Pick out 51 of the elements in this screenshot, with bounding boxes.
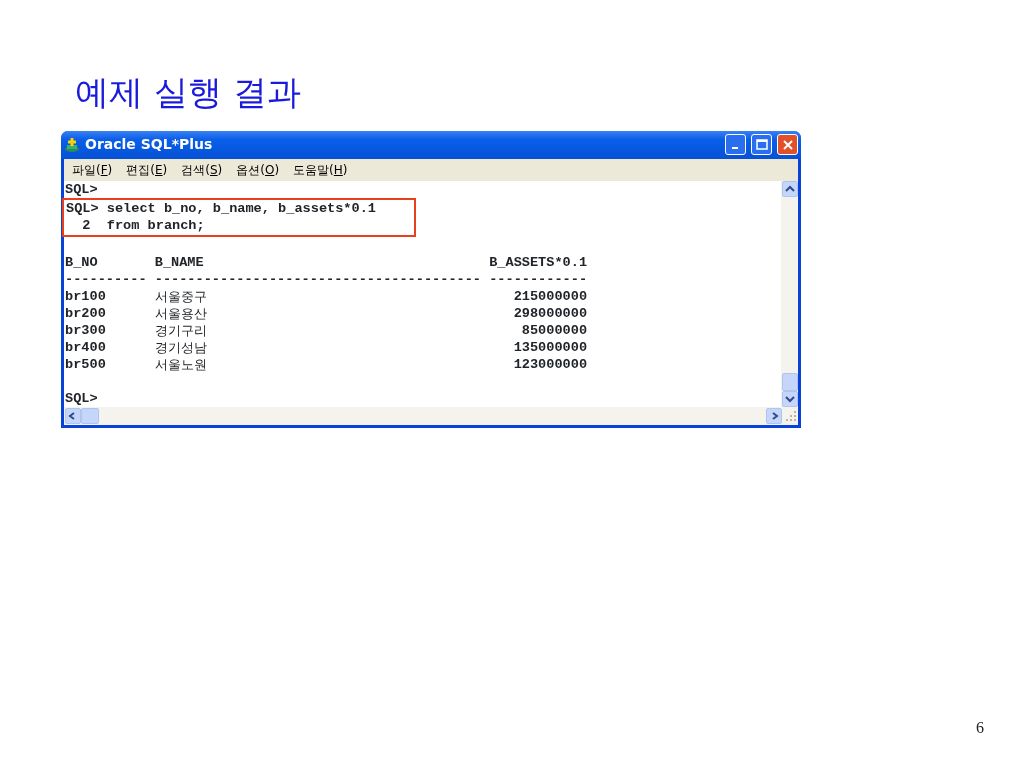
column-header: B_ASSETS*0.1	[489, 253, 588, 271]
chevron-icon	[68, 411, 75, 420]
window-title: Oracle SQL*Plus	[85, 135, 213, 155]
chevron-icon	[784, 185, 795, 192]
column-header: B_NAME	[154, 253, 205, 271]
table-cell-text: 215000000	[512, 287, 588, 305]
scroll-right-button[interactable]	[766, 407, 782, 424]
table-cell-text: 298000000	[512, 304, 588, 322]
menu-item[interactable]: 검색(S)	[181, 160, 223, 179]
console-line: SQL>	[65, 180, 99, 198]
table-cell-text: br300	[65, 321, 107, 339]
menu-item[interactable]: 편집(E)	[126, 160, 168, 179]
column-rule: ------------	[489, 270, 588, 288]
console-line: SQL> select b_no, b_name, b_assets*0.1	[66, 199, 377, 217]
table-cell-text: 85000000	[520, 321, 588, 339]
scroll-thumb[interactable]	[81, 407, 99, 424]
column-rule: ----------	[65, 270, 148, 288]
table-cell-text: 135000000	[512, 338, 588, 356]
table-cell-text: 서울노원	[154, 355, 208, 373]
close-icon	[782, 139, 793, 150]
page-number: 6	[976, 718, 985, 738]
maximize-icon	[755, 139, 768, 150]
table-cell-text: 123000000	[512, 355, 588, 373]
console-line: SQL>	[65, 389, 99, 407]
minimize-icon	[731, 146, 738, 149]
scroll-thumb[interactable]	[781, 372, 798, 391]
scroll-up-button[interactable]	[781, 180, 798, 197]
table-cell-text: 서울용산	[154, 304, 208, 322]
table-cell-text: br200	[65, 304, 107, 322]
slide-title: 예제 실행 결과	[75, 72, 302, 113]
maximize-button[interactable]	[751, 134, 772, 156]
column-rule: ----------------------------------------	[154, 270, 483, 288]
column-header: B_NO	[65, 253, 99, 271]
minimize-button[interactable]	[725, 134, 746, 156]
table-cell-text: br500	[65, 355, 107, 373]
chevron-icon	[772, 411, 779, 420]
scroll-left-button[interactable]	[65, 407, 81, 424]
table-cell-text: 서울중구	[154, 287, 208, 305]
close-button[interactable]	[777, 134, 798, 156]
console-line: 2 from branch;	[81, 216, 206, 234]
table-cell-text: br400	[65, 338, 107, 356]
menu-item[interactable]: 도움말(H)	[293, 160, 348, 179]
chevron-icon	[784, 395, 795, 403]
table-cell-text: 경기성남	[154, 338, 208, 356]
table-cell-text: 경기구리	[154, 321, 208, 339]
menu-item[interactable]: 파일(F)	[72, 160, 113, 179]
menu-item[interactable]: 옵션(O)	[236, 160, 280, 179]
resize-grip-icon[interactable]	[785, 409, 797, 422]
scroll-down-button[interactable]	[781, 390, 798, 407]
app-icon	[64, 136, 80, 153]
table-cell-text: br100	[65, 287, 107, 305]
